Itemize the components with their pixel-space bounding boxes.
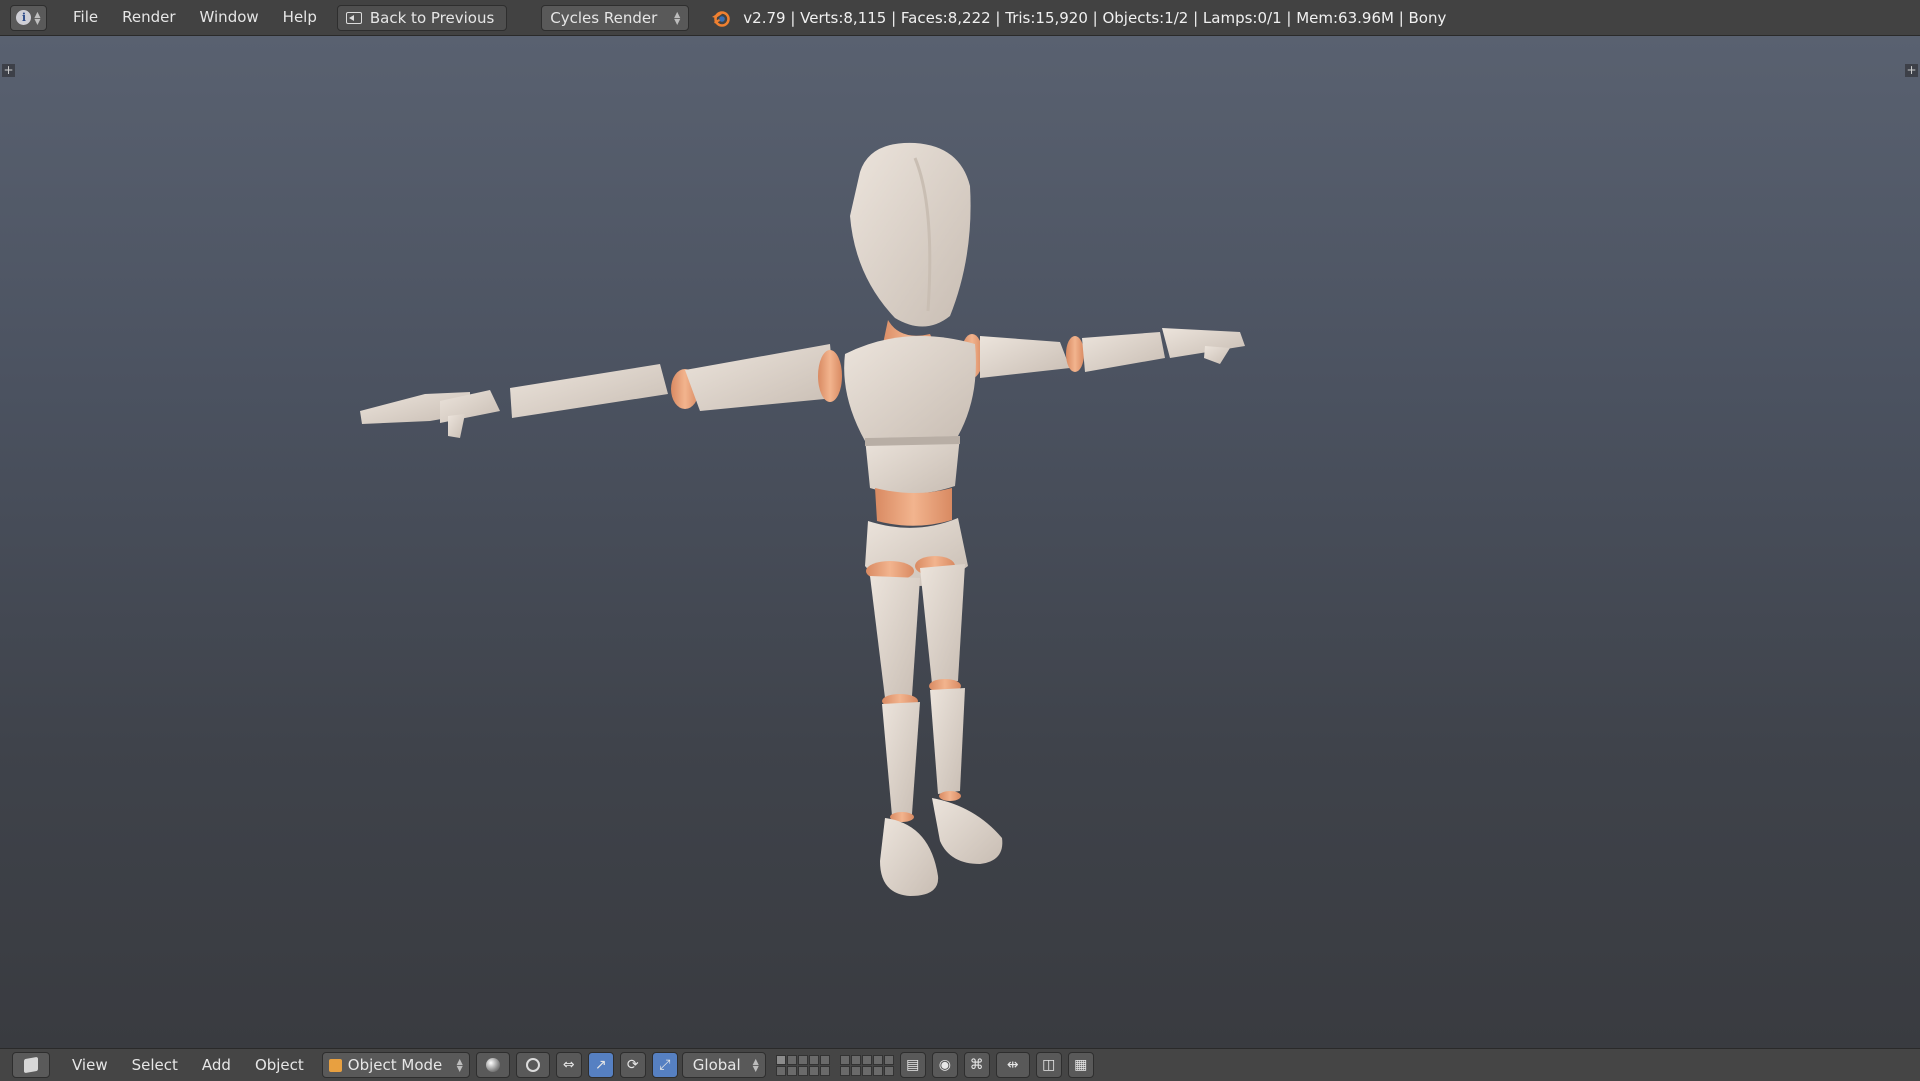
layer-button[interactable] xyxy=(775,1065,786,1076)
menu-render[interactable]: Render xyxy=(110,0,187,35)
left-arm xyxy=(360,344,842,438)
menu-file[interactable]: File xyxy=(61,0,110,35)
material-shading-icon xyxy=(485,1058,500,1072)
bony-character-model[interactable] xyxy=(340,96,1260,1016)
layer-button[interactable] xyxy=(819,1054,830,1065)
torso xyxy=(844,336,976,587)
clapperboard-icon: ▦ xyxy=(1074,1057,1088,1073)
layer-button[interactable] xyxy=(872,1054,883,1065)
opengl-render-animation-button[interactable]: ▦ xyxy=(1067,1052,1094,1078)
proportional-edit-icon: ◉ xyxy=(938,1057,951,1073)
3d-view-icon xyxy=(24,1056,38,1074)
back-icon xyxy=(345,11,362,24)
layer-button[interactable] xyxy=(786,1054,797,1065)
info-header: i ▲ ▼ File Render Window Help Back to Pre… xyxy=(0,0,1920,36)
right-leg xyxy=(915,556,1003,864)
manipulator-toggle[interactable]: ⇔ xyxy=(555,1052,582,1078)
camera-icon: ◫ xyxy=(1042,1057,1056,1073)
layer-button[interactable] xyxy=(850,1065,861,1076)
proportional-edit-button[interactable]: ◉ xyxy=(931,1052,958,1078)
back-to-previous-button[interactable]: Back to Previous xyxy=(336,4,508,31)
menu-object[interactable]: Object xyxy=(243,1056,316,1074)
layer-button[interactable] xyxy=(850,1054,861,1065)
editor-type-selector-3d[interactable] xyxy=(12,1052,50,1078)
editor-type-selector[interactable]: i ▲ ▼ xyxy=(10,4,47,31)
menu-select[interactable]: Select xyxy=(120,1056,190,1074)
translate-icon: ↗ xyxy=(594,1057,607,1073)
render-engine-label: Cycles Render xyxy=(550,8,658,27)
pivot-point-icon xyxy=(525,1058,540,1072)
snap-increment-icon: ⇹ xyxy=(1006,1057,1019,1073)
right-arm xyxy=(961,328,1245,378)
opengl-render-image-button[interactable]: ◫ xyxy=(1035,1052,1062,1078)
layer-button[interactable] xyxy=(819,1065,830,1076)
updown-arrows-icon: ▲ ▼ xyxy=(752,1057,759,1073)
layer-button[interactable] xyxy=(797,1065,808,1076)
rotate-manipulator-button[interactable]: ⟳ xyxy=(619,1052,646,1078)
lock-camera-layers-button[interactable]: ▤ xyxy=(899,1052,926,1078)
toolshelf-toggle-icon[interactable]: + xyxy=(2,64,15,77)
scene-statistics: v2.79 | Verts:8,115 | Faces:8,222 | Tris… xyxy=(743,8,1447,27)
updown-arrows-icon: ▲ ▼ xyxy=(456,1057,463,1073)
layer-button[interactable] xyxy=(808,1054,819,1065)
info-icon: i xyxy=(16,10,32,25)
scene-layers[interactable] xyxy=(775,1054,830,1076)
blender-logo-icon xyxy=(712,10,731,27)
layer-button[interactable] xyxy=(883,1065,894,1076)
object-mode-icon xyxy=(328,1058,342,1072)
layer-button[interactable] xyxy=(861,1065,872,1076)
transform-orientation-select[interactable]: Global ▲ ▼ xyxy=(681,1052,766,1078)
scale-manipulator-button[interactable]: ⤢ xyxy=(651,1052,678,1078)
pivot-point-select[interactable] xyxy=(515,1052,550,1078)
head xyxy=(850,142,971,358)
snap-magnet-icon: ⌘ xyxy=(969,1057,984,1073)
3d-view-menu: View Select Add Object xyxy=(60,1056,316,1074)
layer-button[interactable] xyxy=(808,1065,819,1076)
layers-lock-icon: ▤ xyxy=(906,1057,920,1073)
transform-orientation-label: Global xyxy=(692,1056,741,1074)
menu-add[interactable]: Add xyxy=(190,1056,243,1074)
layer-button[interactable] xyxy=(775,1054,786,1065)
layer-button[interactable] xyxy=(839,1065,850,1076)
updown-arrows-icon: ▲ ▼ xyxy=(674,9,681,26)
interaction-mode-select[interactable]: Object Mode ▲ ▼ xyxy=(321,1052,470,1078)
scene-layers-2[interactable] xyxy=(839,1054,894,1076)
3d-viewport[interactable]: + + xyxy=(0,36,1920,1048)
blender-window: i ▲ ▼ File Render Window Help Back to Pre… xyxy=(0,0,1920,1081)
back-to-previous-label: Back to Previous xyxy=(369,8,495,27)
snap-element-select[interactable]: ⇹ xyxy=(995,1052,1030,1078)
rotate-icon: ⟳ xyxy=(626,1057,639,1073)
layer-button[interactable] xyxy=(883,1054,894,1065)
updown-arrows-icon: ▲ ▼ xyxy=(34,9,41,26)
3d-view-header: View Select Add Object Object Mode ▲ ▼ ⇔ … xyxy=(0,1048,1920,1081)
snap-toggle[interactable]: ⌘ xyxy=(963,1052,990,1078)
manipulator-icon: ⇔ xyxy=(562,1057,575,1073)
menu-help[interactable]: Help xyxy=(271,0,329,35)
layer-button[interactable] xyxy=(797,1054,808,1065)
render-engine-select[interactable]: Cycles Render ▲ ▼ xyxy=(541,4,690,31)
properties-toggle-icon[interactable]: + xyxy=(1905,64,1918,77)
viewport-shading-select[interactable] xyxy=(475,1052,510,1078)
layer-button[interactable] xyxy=(839,1054,850,1065)
main-menu: File Render Window Help xyxy=(61,0,329,35)
layer-button[interactable] xyxy=(786,1065,797,1076)
translate-manipulator-button[interactable]: ↗ xyxy=(587,1052,614,1078)
layer-button[interactable] xyxy=(861,1054,872,1065)
scale-icon: ⤢ xyxy=(659,1057,671,1073)
menu-view[interactable]: View xyxy=(60,1056,120,1074)
interaction-mode-label: Object Mode xyxy=(347,1056,443,1074)
menu-window[interactable]: Window xyxy=(188,0,271,35)
layer-button[interactable] xyxy=(872,1065,883,1076)
